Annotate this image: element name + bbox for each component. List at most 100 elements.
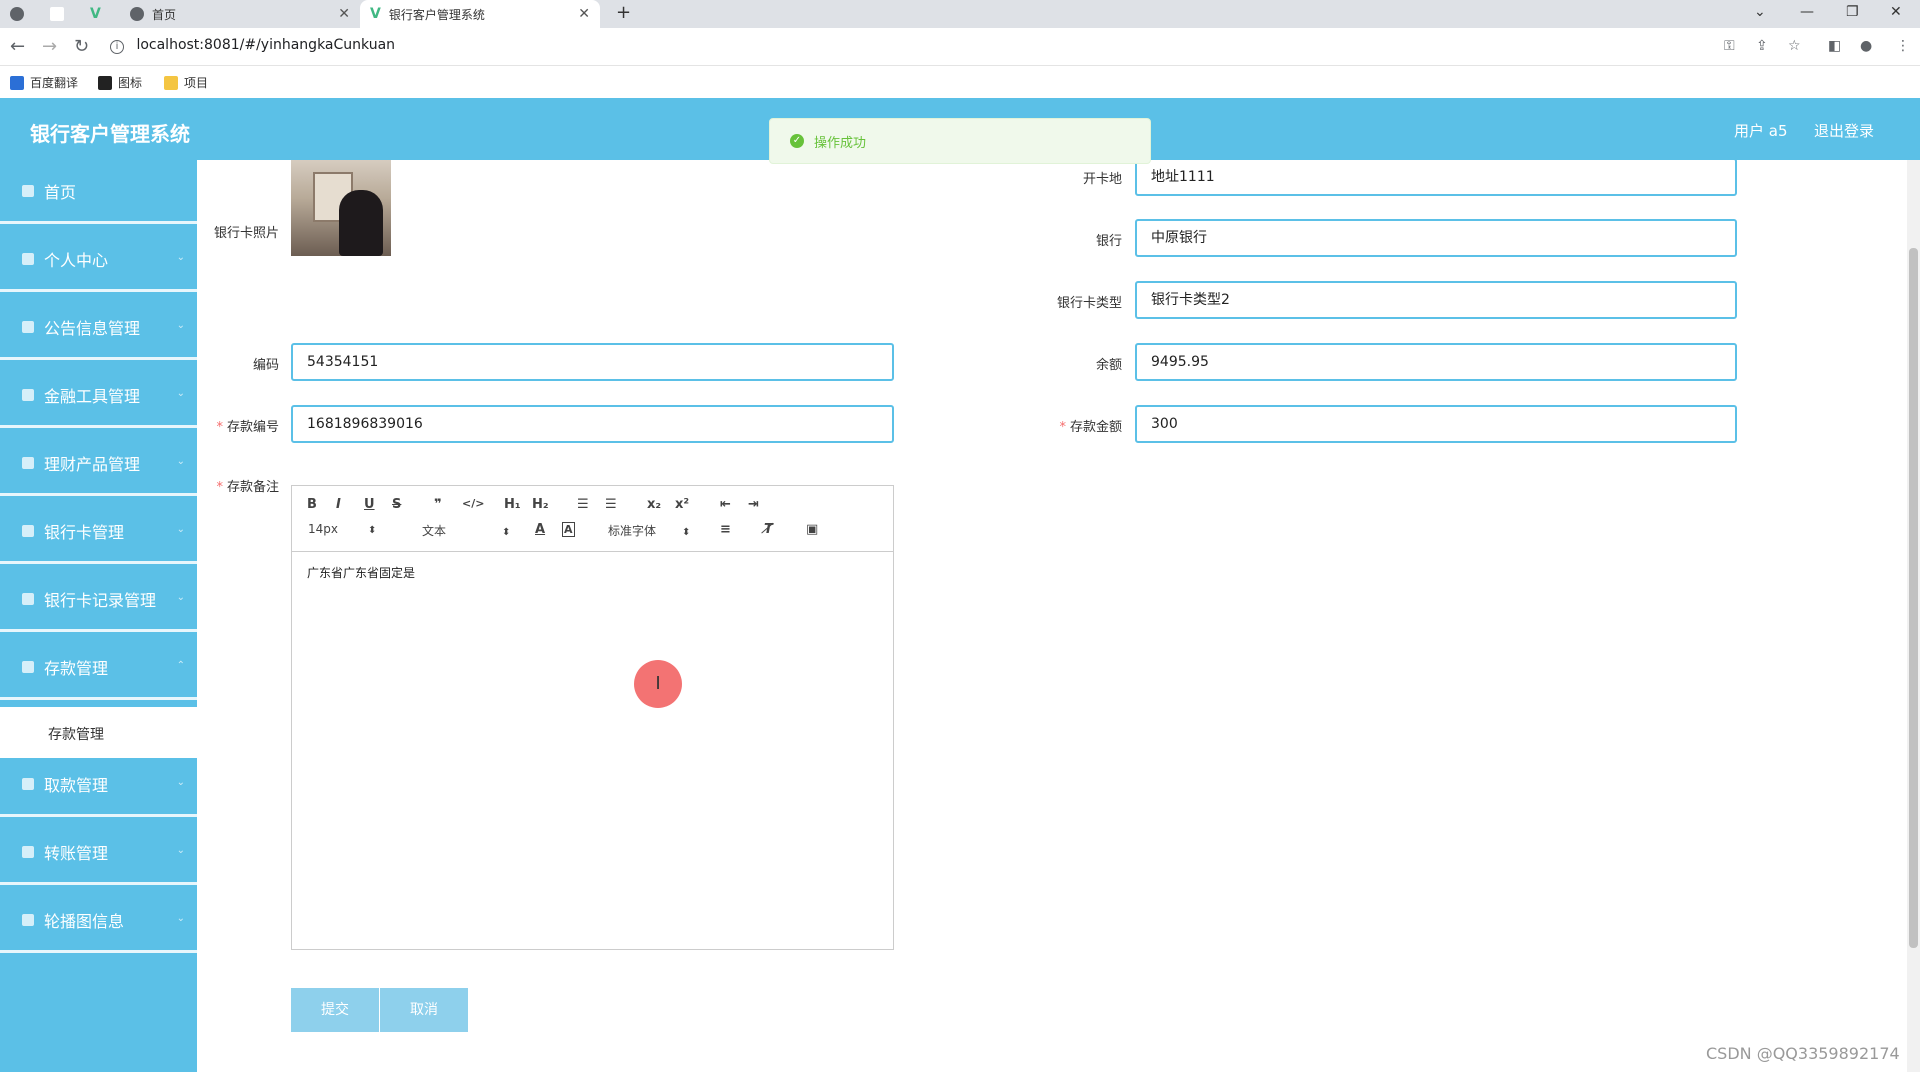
vue-icon: V [370, 6, 381, 22]
translate-icon [10, 75, 24, 90]
bookmark-baidu-translate[interactable]: 百度翻译 [10, 74, 78, 91]
clear-format-icon[interactable]: T̸ [764, 522, 773, 537]
sidebar-item-label: 银行卡管理 [44, 522, 125, 542]
profile-icon[interactable]: ● [1860, 38, 1872, 54]
url-text: localhost:8081/#/yinhangkaCunkuan [136, 37, 396, 53]
remark-label-text: 存款备注 [226, 480, 279, 495]
kaika-label: 开卡地 [1082, 172, 1122, 187]
star-icon[interactable]: ☆ [1788, 38, 1801, 54]
cardtype-field[interactable]: 银行卡类型2 [1135, 281, 1737, 319]
font-family-select[interactable]: 标准字体 ⬍ [608, 522, 690, 539]
sidebar-item-label: 公告信息管理 [44, 318, 141, 338]
remark-label: * 存款备注 [216, 480, 279, 495]
sidebar: 首页 个人中心 ⌄ 公告信息管理 ⌄ 金融工具管理 ⌄ 理财产品管理 ⌄ 银行卡… [0, 160, 197, 1072]
sidebar-item-bank-cards[interactable]: 银行卡管理 ⌄ [0, 500, 197, 564]
deposit-amount-label-text: 存款金额 [1069, 420, 1122, 435]
notice-icon [22, 320, 34, 333]
heading1-icon[interactable]: H₁ [504, 497, 521, 512]
image-icon[interactable]: ▣ [806, 522, 818, 537]
share-icon[interactable]: ⇪ [1756, 38, 1768, 54]
italic-icon[interactable]: I [336, 497, 341, 512]
underline-icon[interactable]: U [364, 497, 375, 512]
strike-icon[interactable]: S [392, 497, 401, 512]
submenu-item-deposits[interactable]: 存款管理 [0, 707, 197, 758]
close-icon[interactable]: ✕ [338, 6, 350, 22]
page-scrollbar[interactable] [1907, 160, 1920, 1072]
sidebar-item-home[interactable]: 首页 [0, 160, 197, 224]
background-color-icon[interactable]: A [562, 522, 575, 537]
sidebar-item-label: 个人中心 [44, 250, 109, 270]
bank-field[interactable]: 中原银行 [1135, 219, 1737, 257]
key-icon[interactable]: ⚿ [1724, 38, 1735, 54]
reload-icon[interactable]: ↻ [74, 36, 89, 57]
new-tab-button[interactable]: + [616, 2, 631, 23]
sidebar-item-card-records[interactable]: 银行卡记录管理 ⌄ [0, 568, 197, 632]
superscript-icon[interactable]: x² [675, 497, 689, 512]
window-close-button[interactable]: ✕ [1890, 4, 1902, 20]
deposit-no-field[interactable]: 1681896839016 [291, 405, 894, 443]
info-icon[interactable]: i [110, 40, 124, 54]
chevron-down-icon: ⌄ [176, 592, 185, 603]
outdent-icon[interactable]: ⇤ [720, 497, 731, 512]
balance-field[interactable]: 9495.95 [1135, 343, 1737, 381]
thumbs-up-icon [22, 913, 34, 926]
scroll-thumb[interactable] [1909, 248, 1918, 948]
sidebar-item-deposits[interactable]: 存款管理 ⌃ [0, 636, 197, 700]
heading2-icon[interactable]: H₂ [532, 497, 549, 512]
sidebar-item-withdrawals[interactable]: 取款管理 ⌄ [0, 753, 197, 817]
chevron-down-icon[interactable]: ⌄ [1754, 4, 1766, 20]
logout-link[interactable]: 退出登录 [1814, 120, 1874, 141]
code-field[interactable]: 54354151 [291, 343, 894, 381]
url-field[interactable]: i localhost:8081/#/yinhangkaCunkuan [110, 37, 395, 54]
code-icon[interactable]: </> [462, 497, 484, 510]
tab-vue[interactable]: V [80, 0, 120, 28]
balance-label: 余额 [1095, 358, 1122, 373]
close-icon[interactable]: ✕ [578, 6, 590, 22]
deposit-no-label-text: 存款编号 [226, 420, 279, 435]
cancel-button[interactable]: 取消 [380, 988, 468, 1032]
ordered-list-icon[interactable]: ☰ [577, 497, 589, 512]
tab-blank[interactable] [40, 0, 80, 28]
font-color-icon[interactable]: A [535, 522, 545, 537]
bank-card-photo[interactable] [291, 160, 391, 256]
sidebar-item-carousel[interactable]: 轮播图信息 ⌄ [0, 889, 197, 953]
page-icon [50, 7, 64, 21]
block-format-select[interactable]: 文本 ⬍ [422, 522, 510, 539]
editor-content[interactable]: 广东省广东省固定是 [307, 564, 415, 581]
chevron-down-icon: ⌄ [176, 913, 185, 924]
sidebar-item-transfers[interactable]: 转账管理 ⌄ [0, 821, 197, 885]
grid-icon [22, 845, 34, 858]
font-size-select[interactable]: 14px ⬍ [308, 522, 376, 536]
browser-tab-bar: V 首页 ✕ V 银行客户管理系统 ✕ + ⌄ — ❐ ✕ [0, 0, 1920, 28]
quote-icon[interactable]: ❞ [434, 497, 442, 512]
bullet-list-icon[interactable]: ☰ [605, 497, 617, 512]
deposit-no-label: * 存款编号 [216, 420, 279, 435]
forward-icon[interactable]: → [42, 36, 57, 57]
deposit-amount-field[interactable]: 300 [1135, 405, 1737, 443]
menu-dots-icon[interactable]: ⋮ [1896, 38, 1910, 54]
bold-icon[interactable]: B [307, 497, 317, 512]
align-icon[interactable]: ≡ [720, 522, 731, 537]
side-panel-icon[interactable]: ◧ [1828, 38, 1841, 54]
bookmark-projects[interactable]: 项目 [164, 74, 208, 91]
bookmark-icons[interactable]: 图标 [98, 74, 142, 91]
submit-button[interactable]: 提交 [291, 988, 379, 1032]
sidebar-item-notices[interactable]: 公告信息管理 ⌄ [0, 296, 197, 360]
kaika-field[interactable]: 地址1111 [1135, 158, 1737, 196]
sidebar-item-label: 理财产品管理 [44, 454, 141, 474]
subscript-icon[interactable]: x₂ [647, 497, 661, 512]
tab-home[interactable]: 首页 ✕ [120, 0, 360, 28]
back-icon[interactable]: ← [10, 36, 25, 57]
flag-icon [22, 592, 34, 605]
restore-button[interactable]: ❐ [1846, 4, 1859, 20]
indent-icon[interactable]: ⇥ [748, 497, 759, 512]
remark-editor[interactable]: B I U S ❞ </> H₁ H₂ ☰ ☰ x₂ x² ⇤ ⇥ 14px ⬍ … [291, 485, 894, 950]
tab-favicon-globe[interactable] [0, 0, 40, 28]
minimize-button[interactable]: — [1800, 4, 1814, 20]
address-bar: ← → ↻ i localhost:8081/#/yinhangkaCunkua… [0, 28, 1920, 66]
tab-bank-system[interactable]: V 银行客户管理系统 ✕ [360, 0, 600, 28]
sidebar-item-label: 取款管理 [44, 775, 109, 795]
chevron-down-icon: ⌄ [176, 845, 185, 856]
photo-person [339, 190, 383, 256]
grid-icon [22, 388, 34, 401]
